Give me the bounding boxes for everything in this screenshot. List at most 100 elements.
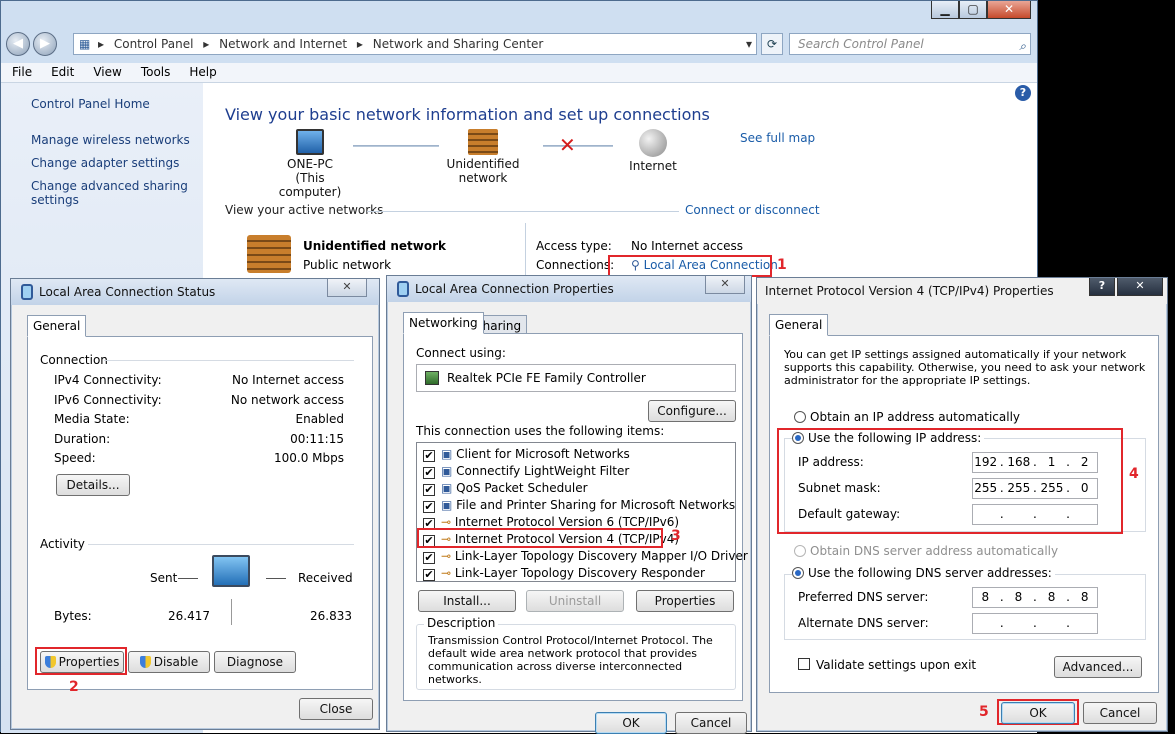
radio-unselected[interactable] xyxy=(794,411,806,423)
active-network-type[interactable]: Public network xyxy=(303,258,391,272)
advanced-button[interactable]: Advanced... xyxy=(1054,656,1142,678)
speed-value: 100.0 Mbps xyxy=(273,451,344,465)
obtain-dns-auto-option[interactable]: Obtain DNS server address automatically xyxy=(794,544,1058,558)
annotation-number-2: 2 xyxy=(69,679,79,695)
refresh-button[interactable]: ⟳ xyxy=(761,33,783,55)
group-line xyxy=(88,544,354,545)
list-item[interactable]: ✔ ▣ QoS Packet Scheduler xyxy=(423,481,588,496)
computer-node[interactable]: ONE-PC (This computer) xyxy=(265,129,355,199)
help-icon[interactable]: ? xyxy=(1015,85,1031,101)
control-panel-icon: ▦ xyxy=(79,37,91,51)
sidebar-item-manage-wireless[interactable]: Manage wireless networks xyxy=(31,133,191,147)
uninstall-button[interactable]: Uninstall xyxy=(526,590,624,612)
list-item[interactable]: ✔ ▣ Connectify LightWeight Filter xyxy=(423,464,629,479)
see-full-map-link[interactable]: See full map xyxy=(740,131,815,145)
access-type-label: Access type: xyxy=(536,239,612,253)
list-item[interactable]: ✔ ⊸ Link-Layer Topology Discovery Respond… xyxy=(423,566,705,581)
diagnose-button[interactable]: Diagnose xyxy=(214,651,296,673)
configure-button[interactable]: Configure... xyxy=(648,400,736,422)
service-icon: ▣ xyxy=(441,481,457,495)
chevron-down-icon[interactable]: ▾ xyxy=(746,34,752,54)
checkbox-checked[interactable]: ✔ xyxy=(423,484,435,496)
protocol-icon: ⊸ xyxy=(441,515,455,529)
tab-networking[interactable]: Networking xyxy=(403,312,484,334)
help-button[interactable]: ? xyxy=(1089,278,1115,296)
preferred-dns-input[interactable]: 8.8.8.8 xyxy=(972,587,1098,608)
service-icon: ▣ xyxy=(441,498,457,512)
close-button[interactable]: ✕ xyxy=(987,1,1031,19)
menu-tools[interactable]: Tools xyxy=(130,63,179,79)
dialog-close-button[interactable]: ✕ xyxy=(327,279,367,297)
dialog-close-button[interactable]: ✕ xyxy=(1117,278,1163,296)
media-state-label: Media State: xyxy=(54,412,130,426)
search-input[interactable]: Search Control Panel ⌕ xyxy=(789,33,1031,55)
computer-sub: (This computer) xyxy=(278,171,342,199)
breadcrumb-control-panel[interactable]: Control Panel xyxy=(114,37,194,51)
ok-button[interactable]: OK xyxy=(1001,702,1075,724)
connect-disconnect-link[interactable]: Connect or disconnect xyxy=(685,203,820,217)
computer-name: ONE-PC xyxy=(287,157,333,171)
item-properties-button[interactable]: Properties xyxy=(636,590,734,612)
checkbox-checked[interactable]: ✔ xyxy=(423,467,435,479)
radio-disabled[interactable] xyxy=(794,545,806,557)
connections-label: Connections: xyxy=(536,258,615,272)
ipv4-connectivity-value: No Internet access xyxy=(231,373,344,387)
cancel-button[interactable]: Cancel xyxy=(675,712,747,734)
checkbox-checked[interactable]: ✔ xyxy=(423,450,435,462)
checkbox-checked[interactable]: ✔ xyxy=(423,501,435,513)
minimize-button[interactable]: ▁ xyxy=(931,1,959,19)
dialog-close-button[interactable]: ✕ xyxy=(705,276,745,294)
preferred-dns-label: Preferred DNS server: xyxy=(798,590,929,604)
access-type-value: No Internet access xyxy=(631,239,744,253)
protocol-icon: ⊸ xyxy=(441,549,455,563)
breadcrumb-network-and-internet[interactable]: Network and Internet xyxy=(219,37,347,51)
details-button[interactable]: Details... xyxy=(56,474,130,496)
use-following-dns-option[interactable]: Use the following DNS server addresses: xyxy=(792,566,1055,580)
menu-view[interactable]: View xyxy=(82,63,129,79)
breadcrumb-network-sharing-center[interactable]: Network and Sharing Center xyxy=(373,37,544,51)
tab-general[interactable]: General xyxy=(769,314,829,336)
intro-text: You can get IP settings assigned automat… xyxy=(784,348,1146,387)
sidebar-item-change-adapter[interactable]: Change adapter settings xyxy=(31,156,191,170)
ok-button[interactable]: OK xyxy=(595,712,667,734)
menu-bar: File Edit View Tools Help xyxy=(1,63,1037,83)
forward-button[interactable]: ▶ xyxy=(33,32,57,56)
description-text: Transmission Control Protocol/Internet P… xyxy=(428,634,713,686)
received-line xyxy=(266,578,286,579)
checkbox-unchecked[interactable] xyxy=(798,658,810,670)
checkbox-checked[interactable]: ✔ xyxy=(423,552,435,564)
search-icon[interactable]: ⌕ xyxy=(1019,36,1026,56)
dialog-title: Local Area Connection Status xyxy=(39,285,216,299)
disable-button[interactable]: Disable xyxy=(128,651,210,673)
bench-icon xyxy=(247,235,291,273)
obtain-ip-auto-option[interactable]: Obtain an IP address automatically xyxy=(794,410,1020,424)
close-button[interactable]: Close xyxy=(299,698,373,720)
menu-edit[interactable]: Edit xyxy=(40,63,82,79)
cancel-button[interactable]: Cancel xyxy=(1083,702,1157,724)
maximize-button[interactable]: ▢ xyxy=(959,1,987,19)
list-item[interactable]: ✔ ▣ File and Printer Sharing for Microsof… xyxy=(423,498,735,513)
tab-general[interactable]: General xyxy=(27,315,87,337)
close-icon: ✕ xyxy=(1135,279,1145,292)
group-line xyxy=(104,360,354,361)
address-input[interactable]: ▦ ▸ Control Panel ▸ Network and Internet… xyxy=(73,33,757,55)
duration-value: 00:11:15 xyxy=(290,432,344,446)
divider xyxy=(367,211,679,212)
install-button[interactable]: Install... xyxy=(418,590,516,612)
forward-arrow-icon: ▶ xyxy=(40,36,50,51)
alternate-dns-input[interactable]: ... xyxy=(972,613,1098,634)
validate-settings-option[interactable]: Validate settings upon exit xyxy=(798,658,976,672)
menu-help[interactable]: Help xyxy=(178,63,224,79)
menu-file[interactable]: File xyxy=(1,63,40,79)
sidebar-item-advanced-sharing[interactable]: Change advanced sharing settings xyxy=(31,179,191,207)
internet-node[interactable]: Internet xyxy=(623,129,683,173)
radio-selected[interactable] xyxy=(792,567,804,579)
list-item[interactable]: ✔ ⊸ Link-Layer Topology Discovery Mapper … xyxy=(423,549,748,564)
network-node[interactable]: Unidentified network xyxy=(423,129,543,185)
ipv6-connectivity-label: IPv6 Connectivity: xyxy=(54,393,162,407)
list-item[interactable]: ✔ ▣ Client for Microsoft Networks xyxy=(423,447,630,462)
checkbox-checked[interactable]: ✔ xyxy=(423,569,435,581)
back-button[interactable]: ◀ xyxy=(6,32,30,56)
sidebar-item-control-panel-home[interactable]: Control Panel Home xyxy=(31,97,191,111)
ipv4-properties-dialog: Internet Protocol Version 4 (TCP/IPv4) P… xyxy=(756,277,1168,732)
